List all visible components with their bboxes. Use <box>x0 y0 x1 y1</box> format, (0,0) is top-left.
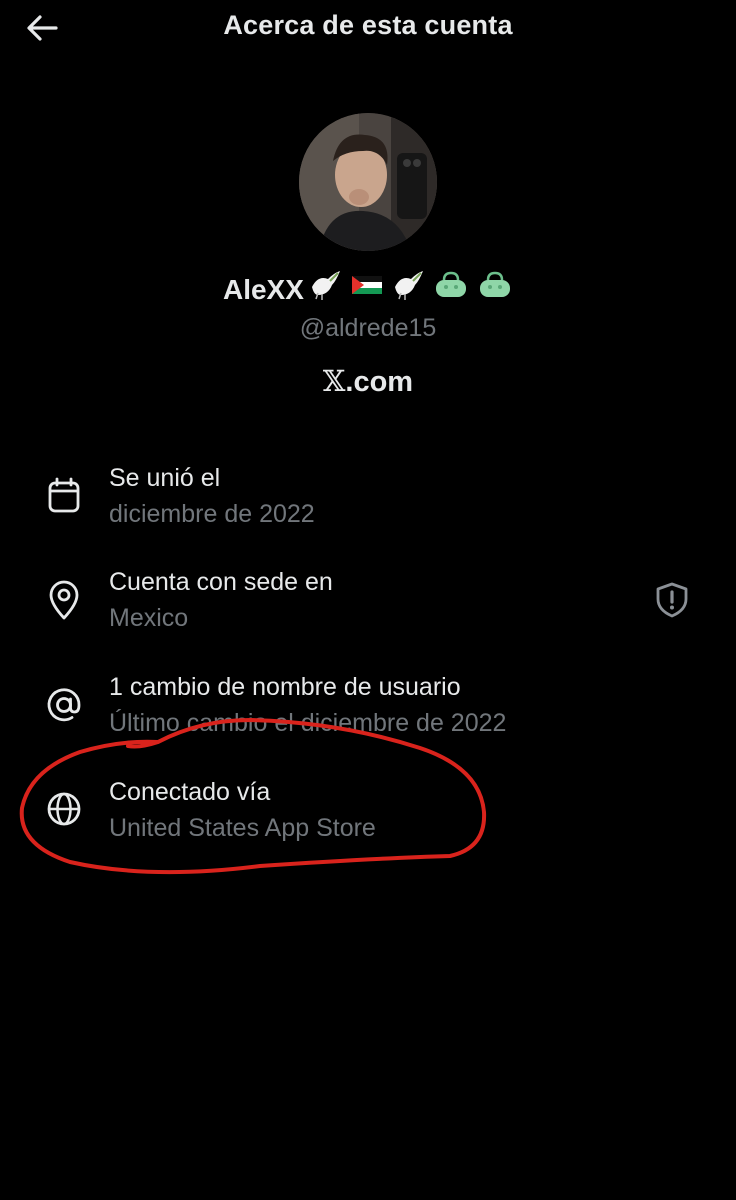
display-name-row: AleXX <box>0 269 736 311</box>
shield-alert-icon <box>656 582 688 618</box>
x-logo-icon: 𝕏 <box>322 364 346 398</box>
at-sign-icon <box>44 685 84 725</box>
connected-value: United States App Store <box>109 814 376 842</box>
calendar-icon <box>44 476 84 516</box>
dove-icon <box>395 271 424 300</box>
avatar[interactable] <box>299 113 437 251</box>
website-link[interactable]: 𝕏.com <box>0 364 736 399</box>
username-changes-value: Último cambio el diciembre de 2022 <box>109 709 507 737</box>
user-handle: @aldrede15 <box>299 314 437 342</box>
name-emoji-strip <box>308 269 513 308</box>
location-pin-icon <box>44 580 84 620</box>
green-bag-icon <box>436 271 467 297</box>
info-row-connected: Conectado vía United States App Store <box>0 772 736 862</box>
page-title: Acerca de esta cuenta <box>223 10 513 40</box>
location-title: Cuenta con sede en <box>109 568 333 596</box>
location-info-button[interactable] <box>652 580 692 620</box>
joined-title: Se unió el <box>109 464 221 492</box>
info-row-location: Cuenta con sede en Mexico <box>0 562 736 652</box>
username-changes-title: 1 cambio de nombre de usuario <box>109 673 461 701</box>
connected-title: Conectado vía <box>109 778 271 806</box>
joined-value: diciembre de 2022 <box>109 500 315 528</box>
palestine-flag-icon <box>351 276 382 294</box>
location-value: Mexico <box>109 604 189 632</box>
top-bar: Acerca de esta cuenta <box>0 0 736 56</box>
website-domain: .com <box>345 366 414 398</box>
globe-icon <box>44 789 84 829</box>
green-bag-icon <box>480 271 511 297</box>
info-row-joined: Se unió el diciembre de 2022 <box>0 458 736 548</box>
dove-icon <box>311 271 340 300</box>
display-name: AleXX <box>222 273 304 305</box>
info-row-username-changes: 1 cambio de nombre de usuario Último cam… <box>0 667 736 757</box>
